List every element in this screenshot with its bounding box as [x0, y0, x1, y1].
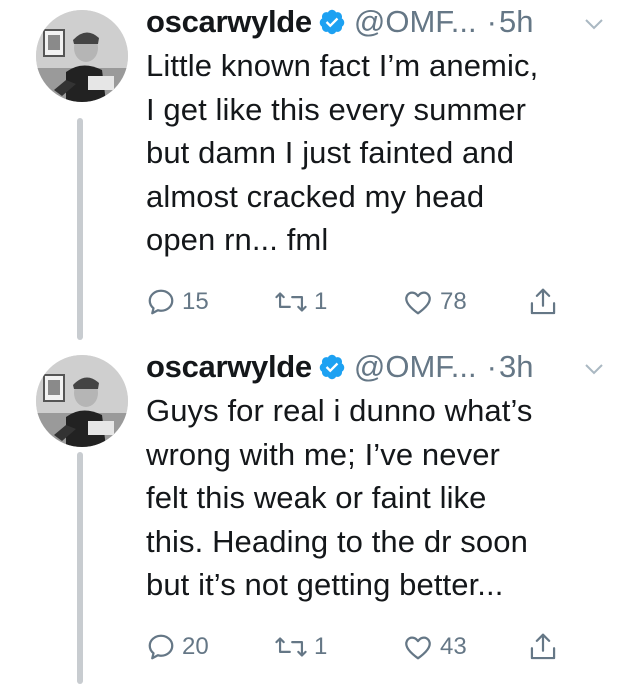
chevron-down-icon[interactable]	[582, 357, 606, 381]
handle[interactable]: @OMF...	[354, 345, 477, 389]
like-count: 43	[440, 633, 467, 660]
retweet-button[interactable]: 1	[274, 627, 327, 667]
retweet-icon	[275, 637, 307, 657]
tweet[interactable]: oscarwylde @OMF... · 3h Guys for real i …	[0, 345, 640, 684]
display-name[interactable]: oscarwylde	[146, 0, 312, 44]
separator-dot: ·	[486, 349, 497, 384]
share-button[interactable]	[528, 627, 558, 667]
reply-icon	[148, 634, 174, 660]
heart-icon	[405, 291, 431, 315]
retweet-button[interactable]: 1	[274, 282, 327, 322]
retweet-count: 1	[314, 633, 328, 660]
like-button[interactable]: 78	[402, 282, 467, 322]
chevron-down-icon[interactable]	[582, 12, 606, 36]
like-count: 78	[440, 288, 467, 315]
share-button[interactable]	[528, 282, 558, 322]
reply-icon	[148, 289, 174, 315]
tweet-header: oscarwylde @OMF... · 3h	[146, 345, 533, 389]
retweet-icon	[275, 292, 307, 312]
retweet-count: 1	[314, 288, 328, 315]
like-button[interactable]: 43	[402, 627, 467, 667]
reply-count: 20	[182, 633, 209, 660]
avatar[interactable]	[36, 10, 128, 102]
tweet-text: Guys for real i dunno what’s wrong with …	[146, 393, 533, 602]
timestamp[interactable]: 5h	[499, 0, 533, 44]
separator-dot: ·	[486, 4, 497, 39]
share-icon	[530, 633, 556, 660]
timestamp[interactable]: 3h	[499, 345, 533, 389]
reply-button[interactable]: 15	[146, 282, 209, 322]
tweet-actions: 20 1 43	[146, 627, 626, 667]
handle[interactable]: @OMF...	[354, 0, 477, 44]
tweet-text: Little known fact I’m anemic, I get like…	[146, 48, 539, 257]
verified-badge-icon	[319, 354, 345, 380]
tweet-actions: 15 1 78	[146, 282, 626, 322]
display-name[interactable]: oscarwylde	[146, 345, 312, 389]
avatar[interactable]	[36, 355, 128, 447]
share-icon	[530, 288, 556, 315]
heart-icon	[405, 636, 431, 660]
tweet[interactable]: oscarwylde @OMF... · 5h Little known fac…	[0, 0, 640, 340]
tweet-header: oscarwylde @OMF... · 5h	[146, 0, 533, 44]
reply-count: 15	[182, 288, 209, 315]
reply-button[interactable]: 20	[146, 627, 209, 667]
verified-badge-icon	[319, 9, 345, 35]
